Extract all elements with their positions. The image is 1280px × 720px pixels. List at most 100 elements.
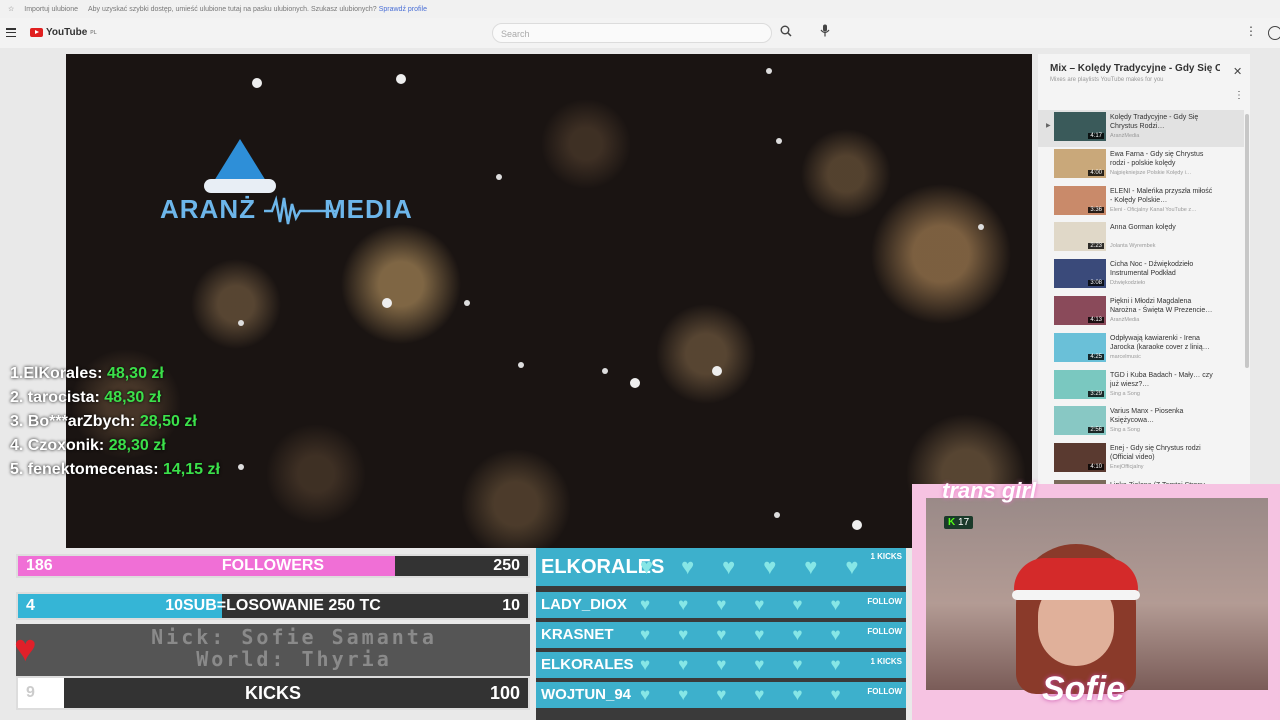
video-title[interactable]: Odpływają kawiarenki - Irena Jarocka (ka… [1110, 334, 1216, 352]
playlist-item[interactable]: 3:08 Cicha Noc - Dźwiękodzieło Instrument… [1038, 257, 1244, 294]
kick-logo-icon: K [948, 517, 956, 528]
snowflake [774, 512, 780, 518]
heart-icon: ♥ [830, 595, 841, 614]
playlist-scrollbar[interactable] [1245, 114, 1249, 368]
video-thumbnail[interactable]: 4:13 [1054, 295, 1106, 325]
video-title[interactable]: ELENI - Maleńka przyszła miłość - Kolędy… [1110, 187, 1216, 205]
playlist-more-icon[interactable]: ⋮ [1234, 90, 1244, 101]
snowflake [766, 68, 772, 74]
heart-icon: ♥ [792, 625, 803, 644]
sound-wave-icon [264, 195, 336, 225]
kick-level: 17 [958, 517, 970, 528]
leaderboard-row: 2. tarocista: 48,30 zł [10, 389, 162, 406]
video-title[interactable]: Varius Manx - Piosenka Księżycowa… [1110, 407, 1216, 425]
video-thumbnail[interactable]: 4:25 [1054, 332, 1106, 362]
video-duration: 4:25 [1088, 353, 1104, 360]
video-title[interactable]: TGD i Kuba Badach - Mały… czy już wiesz?… [1110, 371, 1216, 389]
kicks-goal-bar: 9 KICKS 100 [16, 676, 530, 710]
followers-target: 250 [493, 557, 520, 574]
playlist-item[interactable]: 2:56 Varius Manx - Piosenka Księżycowa… Si… [1038, 404, 1244, 441]
playlist-panel: Mix – Kolędy Tradycyjne - Gdy Się Chryst… [1038, 54, 1250, 509]
logo-hat-brim [204, 179, 276, 193]
snowflake [382, 298, 392, 308]
subs-target: 10 [502, 597, 520, 614]
heart-icon: ♥ [763, 554, 777, 579]
video-channel[interactable]: EnejOfficjalny [1110, 464, 1220, 470]
playlist-item[interactable]: 2:23 Anna Gorman kolędy Jolanta Wyrembek [1038, 220, 1244, 257]
kicks-target: 100 [489, 683, 520, 703]
world-line: World: Thyria [196, 647, 392, 671]
youtube-logo-text: YouTube [46, 27, 88, 38]
heart-icon: ♥ [792, 655, 803, 674]
playlist-item[interactable]: 4:00 Ewa Farna - Gdy się Chrystus rodzi -… [1038, 147, 1244, 184]
account-avatar-icon[interactable] [1268, 26, 1280, 40]
heart-icon: ♥ [640, 595, 651, 614]
playlist-item[interactable]: 4:25 Odpływają kawiarenki - Irena Jarocka… [1038, 331, 1244, 368]
video-title[interactable]: Anna Gorman kolędy [1110, 223, 1216, 241]
kick-event-row: KRASNET ♥ ♥ ♥ ♥ ♥ ♥ FOLLOW [536, 622, 906, 648]
snowflake [496, 174, 502, 180]
webcam-top-text: trans girl [942, 478, 1037, 503]
youtube-play-icon [30, 28, 43, 37]
video-channel[interactable]: Dźwiękodzieło [1110, 280, 1220, 286]
kick-events-panel: ELKORALES ♥ ♥ ♥ ♥ ♥ ♥ 1 KICKS LADY_DIOX ♥ ♥ ♥ ♥ ♥ ♥ FOL… [536, 548, 906, 720]
playlist-item[interactable]: 4:13 Piękni i Młodzi Magdalena Narożna - … [1038, 294, 1244, 331]
playlist-item[interactable]: 3:29 TGD i Kuba Badach - Mały… czy już wi… [1038, 368, 1244, 405]
heart-icon: ♥ [716, 625, 727, 644]
close-icon[interactable]: ✕ [1233, 65, 1242, 78]
more-options-icon[interactable]: ⋮ [1245, 24, 1257, 38]
video-thumbnail[interactable]: 3:36 [1054, 185, 1106, 215]
video-thumbnail[interactable]: 2:23 [1054, 222, 1106, 252]
video-channel[interactable]: Sing a Song [1110, 427, 1220, 433]
kick-event-row: LADY_DIOX ♥ ♥ ♥ ♥ ♥ ♥ FOLLOW [536, 592, 906, 618]
video-title[interactable]: Piękni i Młodzi Magdalena Narożna - Świę… [1110, 297, 1216, 315]
kick-event-row: ELKORALES ♥ ♥ ♥ ♥ ♥ ♥ 1 KICKS [536, 652, 906, 678]
playlist-item[interactable]: 4:10 Enej - Gdy się Chrystus rodzi (Offic… [1038, 441, 1244, 478]
webcam-feed: K 17 [926, 498, 1268, 694]
leaderboard-row: 5. fenektomecenas: 14,15 zł [10, 461, 220, 478]
heart-icon: ♥ [640, 655, 651, 674]
video-channel[interactable]: Eleni - Oficjalny Kanał YouTube z… [1110, 207, 1220, 213]
video-thumbnail[interactable]: 3:08 [1054, 259, 1106, 289]
snowflake [630, 378, 640, 388]
kick-event-user: ELKORALES [541, 656, 634, 673]
video-channel[interactable]: AranżMedia [1110, 133, 1220, 139]
video-duration: 3:29 [1088, 390, 1104, 397]
video-title[interactable]: Cicha Noc - Dźwiękodzieło Instrumental P… [1110, 260, 1216, 278]
kick-event-row: ELKORALES ♥ ♥ ♥ ♥ ♥ ♥ 1 KICKS [536, 548, 906, 586]
subs-label: 10SUB=LOSOWANIE 250 TC [165, 597, 381, 614]
youtube-country-code: PL [90, 29, 97, 36]
video-channel[interactable]: marcelmusic [1110, 354, 1220, 360]
heart-icon: ♥ [716, 595, 727, 614]
search-icon[interactable] [780, 25, 792, 40]
video-channel[interactable]: Sing a Song [1110, 391, 1220, 397]
bookmark-star-icon: ☆ [8, 6, 15, 13]
donation-leaderboard: 1.ElKorales: 48,30 zł 2. tarocista: 48,3… [10, 362, 220, 482]
import-bookmarks-link[interactable]: Importuj ulubione [24, 6, 78, 13]
playlist-item[interactable]: 3:36 ELENI - Maleńka przyszła miłość - Ko… [1038, 184, 1244, 221]
microphone-icon[interactable] [820, 24, 830, 40]
video-thumbnail[interactable]: 4:00 [1054, 148, 1106, 178]
subs-goal-bar: 4 10SUB=LOSOWANIE 250 TC 10 [16, 592, 530, 620]
video-thumbnail[interactable]: 4:17 [1054, 112, 1106, 141]
video-thumbnail[interactable]: 3:29 [1054, 369, 1106, 399]
video-title[interactable]: Kolędy Tradycyjne - Gdy Się Chrystus Rod… [1110, 113, 1216, 131]
video-thumbnail[interactable]: 4:10 [1054, 443, 1106, 473]
video-channel[interactable]: Jolanta Wyrembek [1110, 243, 1220, 249]
heart-icon: ♥ [830, 655, 841, 674]
menu-icon[interactable] [6, 28, 16, 37]
search-input[interactable]: Search [492, 23, 772, 43]
playlist-title[interactable]: Mix – Kolędy Tradycyjne - Gdy Się Chryst… [1050, 63, 1220, 74]
youtube-logo[interactable]: YouTube PL [30, 27, 97, 38]
kick-event-user: KRASNET [541, 626, 614, 643]
video-title[interactable]: Enej - Gdy się Chrystus rodzi (Official … [1110, 444, 1216, 462]
bookmarks-profile-link[interactable]: Sprawdź profile [379, 6, 427, 13]
video-channel[interactable]: Najpiękniejsze Polskie Kolędy i… [1110, 170, 1220, 176]
kick-level-badge: K 17 [944, 516, 974, 529]
video-channel[interactable]: AranżMedia [1110, 317, 1220, 323]
video-thumbnail[interactable]: 2:56 [1054, 406, 1106, 436]
video-title[interactable]: Ewa Farna - Gdy się Chrystus rodzi - pol… [1110, 150, 1216, 168]
playlist-item[interactable]: ▶ 4:17 Kolędy Tradycyjne - Gdy Się Chrystu… [1038, 110, 1244, 147]
video-duration: 3:08 [1088, 280, 1104, 287]
snowflake [464, 300, 470, 306]
